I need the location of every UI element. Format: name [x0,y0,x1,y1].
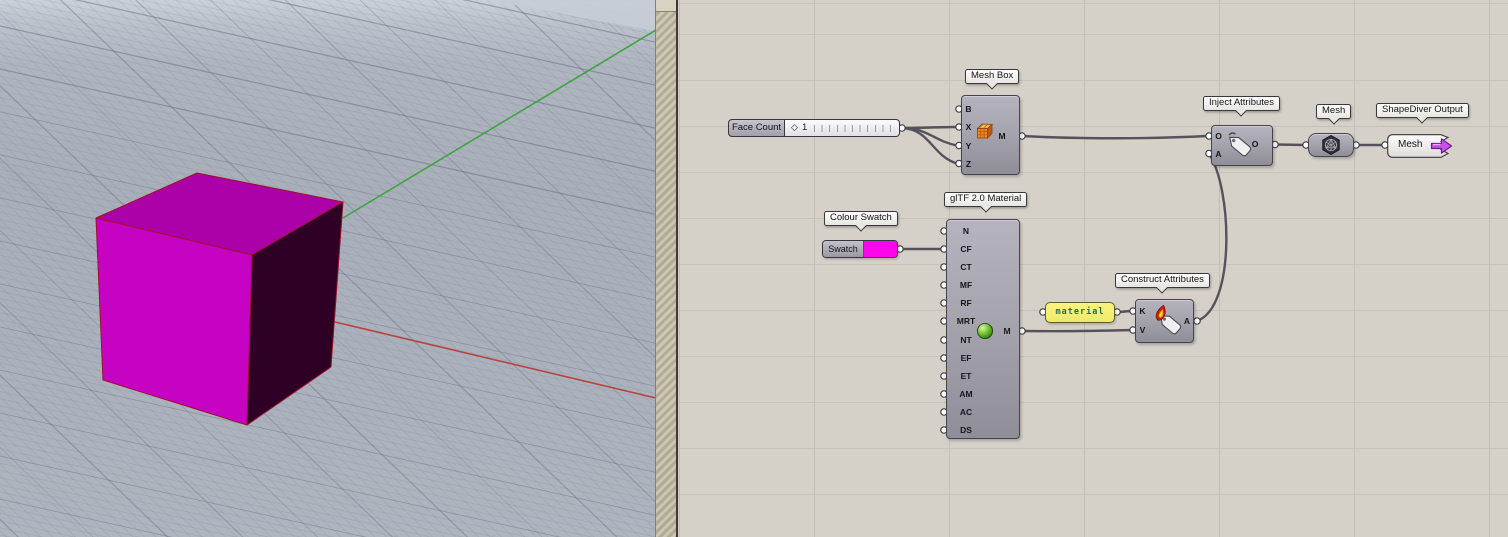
tooltip-shapediver-output: ShapeDiver Output [1376,103,1469,118]
port-k[interactable]: K [1136,305,1149,317]
port-am[interactable]: AM [949,388,983,400]
face-count-slider[interactable]: ◇ 1 [785,119,900,137]
slider-value: 1 [802,122,807,133]
magenta-cube[interactable] [96,173,343,425]
mesh-param-icon [1320,134,1342,156]
splitter-cap [656,0,676,12]
viewport-scene [0,0,655,537]
slider-name-label: Face Count [728,119,785,137]
app-window: Face Count ◇ 1 Mesh Box B X Y Z M Colour… [0,0,1508,537]
wire-meshbox-inject [1022,136,1207,138]
tooltip-mesh: Mesh [1316,104,1351,119]
mesh-box-icon [975,121,995,141]
port-ac[interactable]: AC [949,406,983,418]
output-arrow-icon [1430,137,1453,155]
port-ct[interactable]: CT [949,261,983,273]
material-sphere-icon [976,322,994,340]
port-b[interactable]: B [962,103,975,115]
tooltip-mesh-box: Mesh Box [965,69,1019,84]
rhino-viewport[interactable] [0,0,655,537]
swatch-label: Swatch [823,241,864,257]
panel-splitter[interactable] [655,0,678,537]
material-text-panel[interactable]: material [1045,302,1115,323]
port-n[interactable]: N [949,225,983,237]
port-et[interactable]: ET [949,370,983,382]
port-rf[interactable]: RF [949,297,983,309]
slider-grip-icon[interactable]: ◇ [791,122,798,133]
inject-attributes-icon [1222,128,1256,162]
wire-construct-inject [1197,154,1226,321]
port-gltf-m-out[interactable]: M [1000,325,1014,337]
tooltip-construct-attributes: Construct Attributes [1115,273,1210,288]
grasshopper-canvas[interactable]: Face Count ◇ 1 Mesh Box B X Y Z M Colour… [678,0,1508,537]
port-ef[interactable]: EF [949,352,983,364]
port-mf[interactable]: MF [949,279,983,291]
port-cf[interactable]: CF [949,243,983,255]
wires-layer [678,0,1508,537]
tooltip-inject-attributes: Inject Attributes [1203,96,1280,111]
tooltip-colour-swatch: Colour Swatch [824,211,898,226]
y-axis-line [343,30,655,218]
slider-ticks [814,125,892,132]
swatch-color-well[interactable] [864,241,897,257]
cube-front-face [96,218,252,425]
shapediver-output-label: Mesh [1398,139,1422,150]
port-y[interactable]: Y [962,140,975,152]
port-v[interactable]: V [1136,324,1149,336]
port-m-out[interactable]: M [995,130,1009,142]
x-axis-line [335,322,655,398]
port-z[interactable]: Z [962,158,975,170]
colour-swatch-component[interactable]: Swatch [822,240,898,258]
port-x[interactable]: X [962,121,975,133]
tooltip-gltf-material: glTF 2.0 Material [944,192,1027,207]
grid-horizon-sky [488,0,655,31]
port-ds[interactable]: DS [949,424,983,436]
wire-gltf-v [1022,330,1133,331]
construct-attributes-icon [1152,303,1186,339]
wire-inject-mesh [1275,145,1306,146]
